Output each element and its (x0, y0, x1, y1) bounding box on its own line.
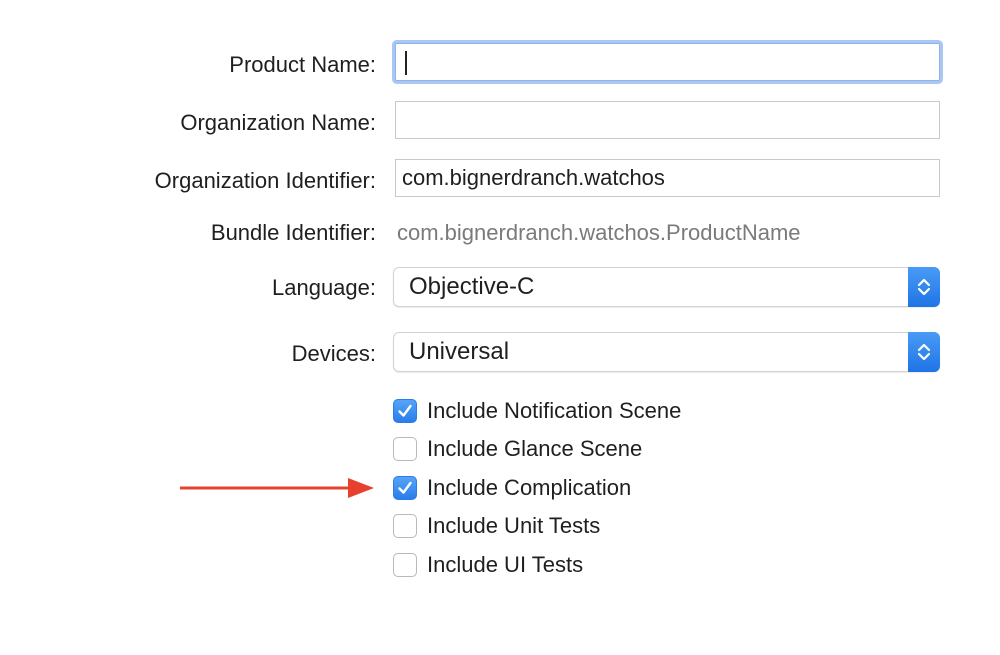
include-ui-tests-label[interactable]: Include UI Tests (427, 552, 583, 578)
devices-select-value: Universal (409, 338, 510, 365)
chevron-updown-icon (917, 278, 931, 296)
organization-name-label: Organization Name: (180, 110, 376, 135)
checkmark-icon (398, 481, 412, 494)
include-glance-scene-checkbox[interactable] (393, 437, 417, 461)
organization-identifier-value: com.bignerdranch.watchos (402, 165, 665, 190)
include-unit-tests-checkbox[interactable] (393, 514, 417, 538)
language-select[interactable]: Objective-C (393, 267, 940, 307)
include-complication-label[interactable]: Include Complication (427, 475, 631, 501)
text-caret (405, 51, 407, 75)
red-arrow-icon (180, 478, 374, 498)
include-notification-scene-checkbox[interactable] (393, 399, 417, 423)
language-label: Language: (272, 275, 376, 300)
organization-identifier-field[interactable]: com.bignerdranch.watchos (395, 159, 940, 197)
language-select-value: Objective-C (409, 273, 535, 300)
checkmark-icon (398, 404, 412, 417)
chevron-updown-icon (917, 343, 931, 361)
organization-identifier-label: Organization Identifier: (154, 168, 376, 193)
devices-select[interactable]: Universal (393, 332, 940, 372)
devices-select-arrows[interactable] (908, 332, 940, 372)
organization-name-field[interactable] (395, 101, 940, 139)
language-select-arrows[interactable] (908, 267, 940, 307)
include-complication-checkbox[interactable] (393, 476, 417, 500)
include-ui-tests-checkbox[interactable] (393, 553, 417, 577)
include-unit-tests-label[interactable]: Include Unit Tests (427, 513, 600, 539)
bundle-identifier-label: Bundle Identifier: (210, 220, 376, 245)
devices-label: Devices: (291, 341, 376, 366)
product-name-label: Product Name: (229, 52, 376, 77)
include-notification-scene-label[interactable]: Include Notification Scene (427, 398, 681, 424)
include-glance-scene-label[interactable]: Include Glance Scene (427, 436, 642, 462)
bundle-identifier-value: com.bignerdranch.watchos.ProductName (397, 220, 801, 245)
product-name-field[interactable] (395, 43, 940, 81)
